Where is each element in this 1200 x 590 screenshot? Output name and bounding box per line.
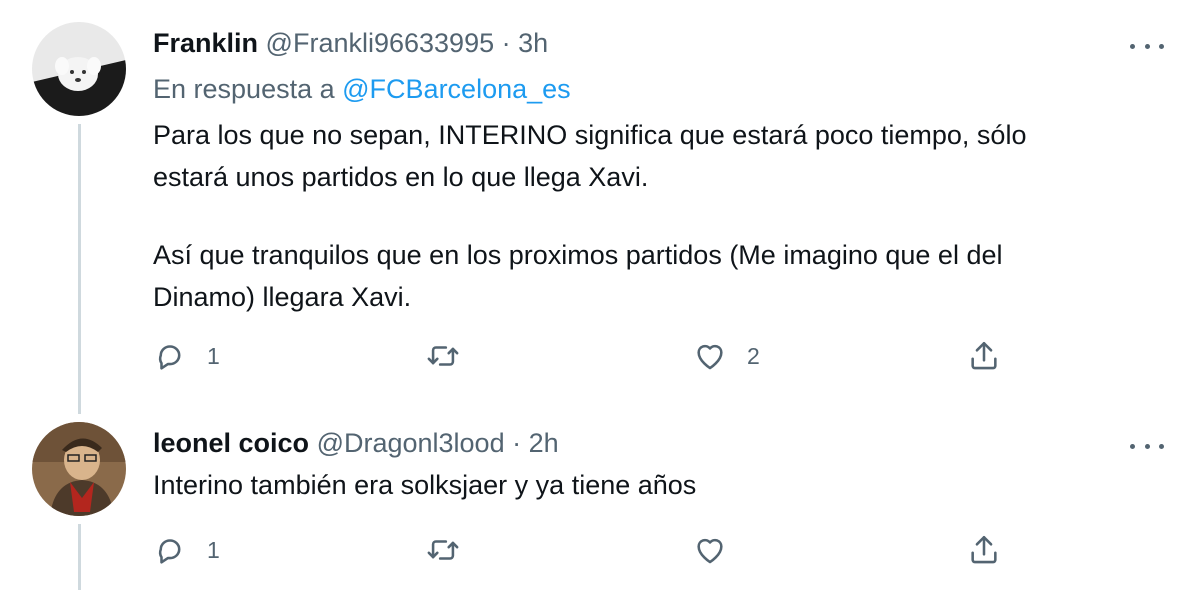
tweet-header: leonel coico @Dragonl3lood · 2h	[153, 422, 1164, 464]
tweet-text-line: Para los que no sepan, INTERINO signific…	[153, 120, 1027, 150]
tweet-text-line: Interino también era solksjaer y ya tien…	[153, 470, 697, 500]
more-dots-icon[interactable]	[1130, 436, 1164, 456]
reply-button[interactable]: 1	[153, 530, 220, 570]
speech-bubble-icon	[153, 533, 187, 567]
tweet-text-line: Dinamo) llegara Xavi.	[153, 282, 412, 312]
heart-icon	[693, 339, 727, 373]
timestamp[interactable]: 3h	[518, 28, 548, 58]
display-name[interactable]: leonel coico	[153, 428, 309, 458]
tweet-header: Franklin @Frankli96633995 · 3h	[153, 22, 1164, 64]
tweet-text: Para los que no sepan, INTERINO signific…	[153, 114, 1164, 318]
like-count: 2	[747, 342, 760, 369]
tweet-text-line: Así que tranquilos que en los proximos p…	[153, 240, 1003, 270]
tweet-text: Interino también era solksjaer y ya tien…	[153, 464, 1164, 506]
retweet-button[interactable]	[426, 336, 460, 376]
reply-prefix: En respuesta a	[153, 74, 335, 104]
retweet-icon	[426, 533, 460, 567]
tweet-actions: 1 2	[153, 336, 1033, 376]
more-dots-icon[interactable]	[1130, 36, 1164, 56]
separator: ·	[501, 28, 511, 58]
reply-count: 1	[207, 536, 220, 563]
user-handle[interactable]: @Frankli96633995	[266, 28, 495, 58]
thread-line	[78, 524, 81, 590]
heart-icon	[693, 533, 727, 567]
share-button[interactable]	[967, 336, 1001, 376]
share-icon	[967, 533, 1001, 567]
tweet-franklin[interactable]: Franklin @Frankli96633995 · 3h En respue…	[0, 0, 1200, 414]
retweet-button[interactable]	[426, 530, 460, 570]
reply-button[interactable]: 1	[153, 336, 220, 376]
retweet-icon	[426, 339, 460, 373]
user-handle[interactable]: @Dragonl3lood	[317, 428, 505, 458]
like-button[interactable]	[693, 530, 727, 570]
tweet-actions: 1	[153, 530, 1033, 570]
share-icon	[967, 339, 1001, 373]
reply-context: En respuesta a @FCBarcelona_es	[153, 68, 1164, 110]
display-name[interactable]: Franklin	[153, 28, 258, 58]
avatar-leonel[interactable]	[32, 422, 126, 516]
separator: ·	[512, 428, 522, 458]
share-button[interactable]	[967, 530, 1001, 570]
like-button[interactable]: 2	[693, 336, 760, 376]
tweet-leonel[interactable]: leonel coico @Dragonl3lood · 2h Interino…	[0, 400, 1200, 590]
reply-count: 1	[207, 342, 220, 369]
speech-bubble-icon	[153, 339, 187, 373]
timestamp[interactable]: 2h	[529, 428, 559, 458]
avatar-franklin[interactable]	[32, 22, 126, 116]
reply-mention-link[interactable]: @FCBarcelona_es	[342, 74, 571, 104]
thread-line	[78, 124, 81, 414]
tweet-text-line: estará unos partidos en lo que llega Xav…	[153, 162, 649, 192]
